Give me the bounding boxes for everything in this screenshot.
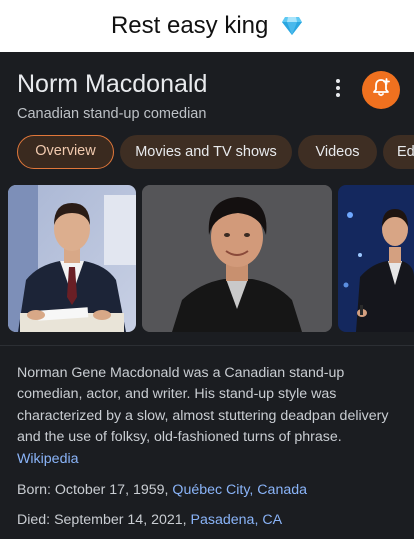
image-strip (0, 185, 414, 332)
died-place-link[interactable]: Pasadena, CA (191, 512, 283, 528)
section-divider (0, 345, 414, 346)
born-place-link[interactable]: Québec City, Canada (172, 482, 307, 498)
caption-text: Rest easy king (110, 12, 269, 39)
tab-movies-and-tv-shows[interactable]: Movies and TV shows (120, 135, 292, 169)
photo-stage[interactable] (338, 185, 414, 332)
born-label: Born: (17, 482, 51, 498)
died-fact: Died: September 14, 2021, Pasadena, CA (17, 512, 282, 528)
meme-caption: Rest easy king (0, 0, 414, 52)
follow-notification-button[interactable] (362, 71, 400, 109)
description: Norman Gene Macdonald was a Canadian sta… (17, 363, 397, 470)
more-options-icon[interactable] (330, 76, 346, 100)
bell-plus-icon (370, 77, 392, 104)
description-text: Norman Gene Macdonald was a Canadian sta… (17, 365, 389, 446)
tab-row: Overview Movies and TV shows Videos Ed (17, 135, 414, 169)
photo-portrait[interactable] (142, 185, 332, 332)
photo-news-desk[interactable] (8, 185, 136, 332)
tab-overview[interactable]: Overview (17, 135, 114, 169)
tab-videos[interactable]: Videos (298, 135, 377, 169)
born-fact: Born: October 17, 1959, Québec City, Can… (17, 482, 307, 498)
born-date: October 17, 1959, (54, 482, 169, 498)
wikipedia-link[interactable]: Wikipedia (17, 449, 397, 470)
gem-icon (281, 3, 303, 55)
knowledge-panel: Norm Macdonald Canadian stand-up comedia… (0, 52, 414, 539)
died-date: September 14, 2021, (54, 512, 187, 528)
panel-subtitle: Canadian stand-up comedian (17, 106, 207, 122)
panel-title: Norm Macdonald (17, 70, 208, 98)
tab-ed[interactable]: Ed (383, 135, 414, 169)
died-label: Died: (17, 512, 51, 528)
